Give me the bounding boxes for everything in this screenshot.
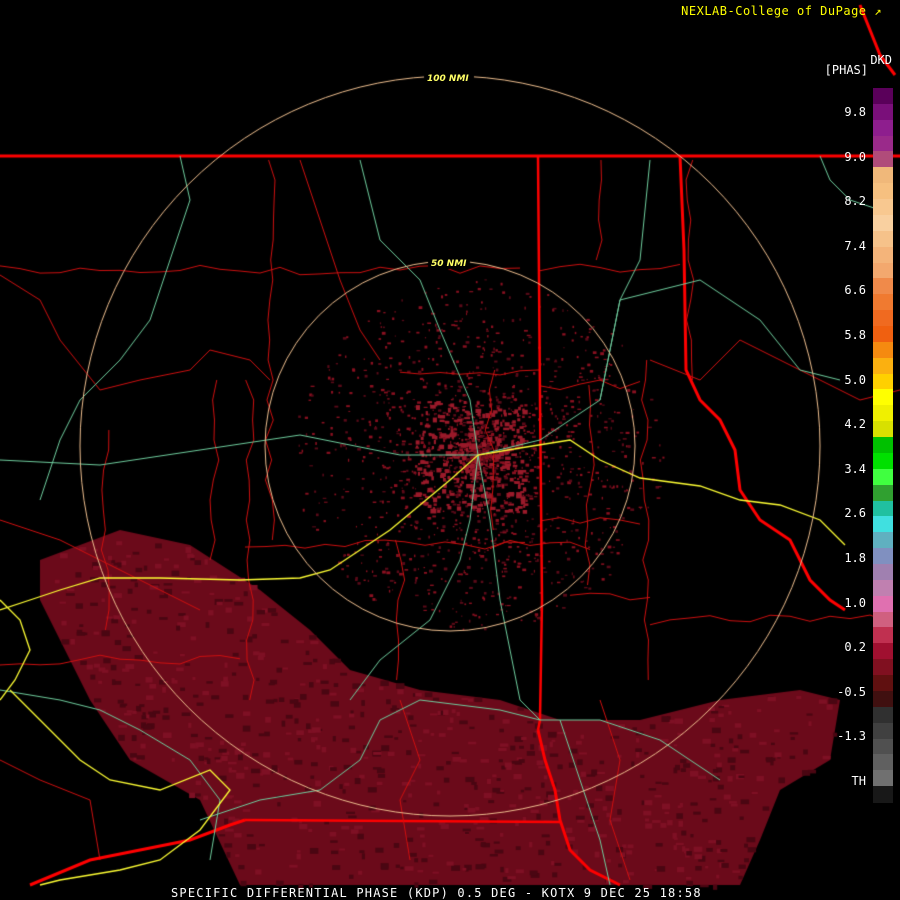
legend-color-swatch bbox=[873, 294, 893, 311]
legend-color-swatch bbox=[873, 595, 893, 613]
legend-color-swatch bbox=[873, 357, 893, 375]
legend-tick-label: -0.5 bbox=[837, 684, 866, 699]
legend-tick-label: 4.2 bbox=[844, 417, 866, 432]
legend-color-swatch bbox=[873, 452, 893, 470]
legend-color-swatch bbox=[873, 564, 893, 581]
legend-color-swatch bbox=[873, 532, 893, 549]
legend-tick-label: -1.3 bbox=[837, 729, 866, 744]
legend-tick-label: 8.2 bbox=[844, 194, 866, 209]
legend-tick-label: 6.6 bbox=[844, 283, 866, 298]
legend-color-swatch bbox=[873, 706, 893, 724]
legend-color-swatch bbox=[873, 548, 893, 565]
legend-color-swatch bbox=[873, 754, 893, 771]
legend-color-swatch bbox=[873, 786, 893, 803]
legend-color-swatch bbox=[873, 405, 893, 422]
legend-color-swatch bbox=[873, 135, 893, 153]
legend-tick-label: 3.4 bbox=[844, 461, 866, 476]
legend-color-swatch bbox=[873, 199, 893, 216]
legend-color-swatch bbox=[873, 484, 893, 502]
legend-color-swatch bbox=[873, 437, 893, 454]
legend-tick-label: 1.0 bbox=[844, 595, 866, 610]
legend-color-swatch bbox=[873, 500, 893, 517]
range-ring-label-50: 50 NMI bbox=[431, 259, 467, 269]
legend-color-swatch bbox=[873, 421, 893, 438]
legend-tick-label: 1.8 bbox=[844, 551, 866, 565]
legend-tick-label: 9.8 bbox=[844, 105, 866, 119]
product-footer: SPECIFIC DIFFERENTIAL PHASE (KDP) 0.5 DE… bbox=[171, 886, 702, 900]
legend-color-swatch bbox=[873, 579, 893, 597]
legend-color-swatch bbox=[873, 722, 893, 740]
legend-tick-label: 9.0 bbox=[844, 149, 866, 164]
legend-color-swatch bbox=[873, 214, 893, 232]
legend-color-swatch bbox=[873, 389, 893, 406]
units-label: [PHAS] bbox=[824, 63, 868, 77]
legend-color-swatch bbox=[873, 659, 893, 676]
legend-tick-label: 5.8 bbox=[844, 328, 866, 342]
radar-map-canvas[interactable] bbox=[0, 0, 900, 900]
legend-tick-label: 5.0 bbox=[844, 372, 866, 387]
legend-tick-label: 7.4 bbox=[844, 238, 866, 253]
legend-color-swatch bbox=[873, 675, 893, 692]
legend-color-swatch bbox=[873, 643, 893, 660]
legend-color-swatch bbox=[873, 88, 893, 105]
legend-color-swatch bbox=[873, 627, 893, 644]
legend-color-swatch bbox=[873, 326, 893, 343]
legend-color-swatch bbox=[873, 103, 893, 121]
legend-tick-label: TH bbox=[851, 774, 866, 788]
legend-color-swatch bbox=[873, 611, 893, 629]
range-ring-label-100: 100 NMI bbox=[427, 74, 469, 84]
header-title: NEXLAB-College of DuPage ↗ bbox=[681, 4, 882, 18]
legend-color-swatch bbox=[873, 262, 893, 279]
legend-tick-label: 2.6 bbox=[844, 506, 866, 521]
legend-tick-label: 0.2 bbox=[844, 640, 866, 655]
legend-color-swatch bbox=[873, 119, 893, 137]
legend-color-swatch bbox=[873, 373, 893, 391]
legend-color-swatch bbox=[873, 310, 893, 327]
legend-color-swatch bbox=[873, 770, 893, 787]
legend-color-swatch bbox=[873, 516, 893, 533]
external-link-icon[interactable]: ↗ bbox=[874, 4, 882, 18]
legend-color-swatch bbox=[873, 278, 893, 295]
legend-color-swatch bbox=[873, 151, 893, 168]
color-legend-bar bbox=[873, 88, 893, 803]
legend-color-swatch bbox=[873, 738, 893, 755]
legend-color-swatch bbox=[873, 468, 893, 486]
legend-color-swatch bbox=[873, 246, 893, 264]
station-label: DKD bbox=[870, 53, 892, 67]
legend-color-swatch bbox=[873, 341, 893, 359]
legend-color-swatch bbox=[873, 167, 893, 184]
legend-color-swatch bbox=[873, 183, 893, 200]
legend-color-swatch bbox=[873, 230, 893, 248]
legend-color-swatch bbox=[873, 690, 893, 708]
